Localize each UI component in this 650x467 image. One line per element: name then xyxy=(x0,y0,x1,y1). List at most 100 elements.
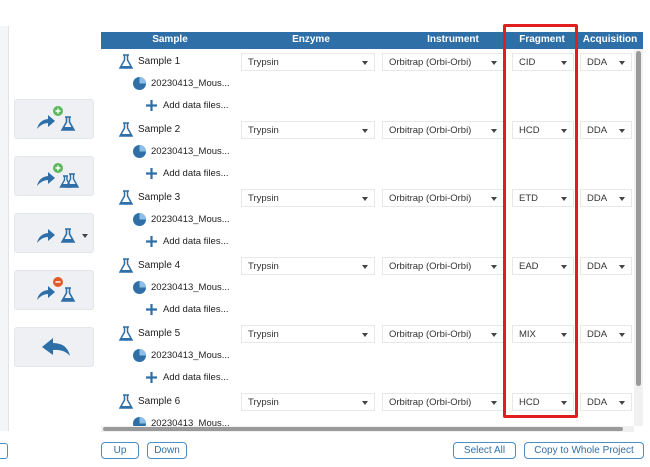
sample-name: Sample 1 xyxy=(138,56,181,67)
plus-icon xyxy=(146,168,157,179)
enzyme-value: Trypsin xyxy=(248,57,279,68)
acquisition-value: DDA xyxy=(587,397,608,408)
column-header-fragment[interactable]: Fragment xyxy=(507,34,577,45)
enzyme-value: Trypsin xyxy=(248,193,279,204)
plus-icon xyxy=(146,100,157,111)
fragment-dropdown[interactable]: CID xyxy=(512,53,574,71)
acquisition-dropdown[interactable]: DDA xyxy=(580,189,632,207)
horizontal-scroll-thumb[interactable] xyxy=(103,427,623,431)
enzyme-value: Trypsin xyxy=(248,261,279,272)
column-header-enzyme[interactable]: Enzyme xyxy=(241,34,381,45)
acquisition-value: DDA xyxy=(587,193,608,204)
add-data-files-row[interactable]: Add data files... xyxy=(101,95,634,117)
data-file-row[interactable]: 20230413_Mous... xyxy=(101,73,634,95)
sample-name: Sample 2 xyxy=(138,124,181,135)
acquisition-dropdown[interactable]: DDA xyxy=(580,257,632,275)
add-data-files-link[interactable]: Add data files... xyxy=(163,236,228,247)
enzyme-dropdown[interactable]: Trypsin xyxy=(241,53,375,71)
acquisition-dropdown[interactable]: DDA xyxy=(580,53,632,71)
instrument-dropdown[interactable]: Orbitrap (Orbi-Orbi) xyxy=(382,325,504,343)
enzyme-dropdown[interactable]: Trypsin xyxy=(241,257,375,275)
sample-row[interactable]: Sample 5 Trypsin Orbitrap (Orbi-Orbi) MI… xyxy=(101,323,634,345)
chevron-down-icon xyxy=(619,333,625,337)
chevron-down-icon xyxy=(491,197,497,201)
sample-actions-dropdown-button[interactable] xyxy=(14,213,94,253)
fragment-value: HCD xyxy=(519,125,540,136)
vertical-scrollbar[interactable] xyxy=(634,49,643,426)
fragment-dropdown[interactable]: ETD xyxy=(512,189,574,207)
acquisition-dropdown[interactable]: DDA xyxy=(580,325,632,343)
data-file-row[interactable]: 20230413_Mous... xyxy=(101,413,634,426)
data-file-row[interactable]: 20230413_Mous... xyxy=(101,277,634,299)
up-button[interactable]: Up xyxy=(101,442,139,459)
instrument-dropdown[interactable]: Orbitrap (Orbi-Orbi) xyxy=(382,393,504,411)
remove-sample-button[interactable] xyxy=(14,270,94,310)
add-data-files-row[interactable]: Add data files... xyxy=(101,231,634,253)
sample-row[interactable]: Sample 4 Trypsin Orbitrap (Orbi-Orbi) EA… xyxy=(101,255,634,277)
column-header-instrument[interactable]: Instrument xyxy=(383,34,523,45)
vertical-scroll-thumb[interactable] xyxy=(636,51,641,386)
data-file-name: 20230413_Mous... xyxy=(151,146,230,157)
acquisition-dropdown[interactable]: DDA xyxy=(580,393,632,411)
back-button[interactable] xyxy=(14,327,94,367)
instrument-dropdown[interactable]: Orbitrap (Orbi-Orbi) xyxy=(382,189,504,207)
sample-row[interactable]: Sample 3 Trypsin Orbitrap (Orbi-Orbi) ET… xyxy=(101,187,634,209)
pie-chart-icon xyxy=(133,281,146,294)
column-header-sample[interactable]: Sample xyxy=(101,34,239,45)
add-data-files-link[interactable]: Add data files... xyxy=(163,304,228,315)
add-data-files-link[interactable]: Add data files... xyxy=(163,372,228,383)
chevron-down-icon xyxy=(362,61,368,65)
data-file-row[interactable]: 20230413_Mous... xyxy=(101,209,634,231)
add-data-files-row[interactable]: Add data files... xyxy=(101,163,634,185)
fragment-dropdown[interactable]: HCD xyxy=(512,121,574,139)
plus-icon xyxy=(146,372,157,383)
instrument-dropdown[interactable]: Orbitrap (Orbi-Orbi) xyxy=(382,53,504,71)
add-multiple-samples-icon xyxy=(37,163,80,188)
sample-name: Sample 4 xyxy=(138,260,181,271)
instrument-dropdown[interactable]: Orbitrap (Orbi-Orbi) xyxy=(382,257,504,275)
enzyme-dropdown[interactable]: Trypsin xyxy=(241,121,375,139)
enzyme-dropdown[interactable]: Trypsin xyxy=(241,393,375,411)
instrument-value: Orbitrap (Orbi-Orbi) xyxy=(389,397,472,408)
data-file-row[interactable]: 20230413_Mous... xyxy=(101,345,634,367)
left-panel xyxy=(0,26,9,431)
enzyme-dropdown[interactable]: Trypsin xyxy=(241,189,375,207)
sample-row[interactable]: Sample 2 Trypsin Orbitrap (Orbi-Orbi) HC… xyxy=(101,119,634,141)
samples-grid: Sample Enzyme Instrument Fragment Acquis… xyxy=(101,32,643,432)
instrument-value: Orbitrap (Orbi-Orbi) xyxy=(389,261,472,272)
copy-to-whole-project-button[interactable]: Copy to Whole Project xyxy=(524,442,644,459)
add-sample-button[interactable] xyxy=(14,99,94,139)
column-header-acquisition[interactable]: Acquisition xyxy=(577,34,643,45)
data-file-row[interactable]: 20230413_Mous... xyxy=(101,141,634,163)
add-data-files-row[interactable]: Add data files... xyxy=(101,299,634,321)
add-data-files-row[interactable]: Add data files... xyxy=(101,367,634,389)
enzyme-dropdown[interactable]: Trypsin xyxy=(241,325,375,343)
instrument-value: Orbitrap (Orbi-Orbi) xyxy=(389,193,472,204)
chevron-down-icon xyxy=(491,265,497,269)
fragment-value: CID xyxy=(519,57,536,68)
chevron-down-icon xyxy=(619,265,625,269)
sample-row[interactable]: Sample 1 Trypsin Orbitrap (Orbi-Orbi) CI… xyxy=(101,51,634,73)
select-all-button[interactable]: Select All xyxy=(453,442,516,459)
left-edge-button[interactable] xyxy=(0,443,8,459)
down-button[interactable]: Down xyxy=(147,442,187,459)
add-multiple-samples-button[interactable] xyxy=(14,156,94,196)
horizontal-scrollbar[interactable] xyxy=(101,426,634,432)
sample-row[interactable]: Sample 6 Trypsin Orbitrap (Orbi-Orbi) HC… xyxy=(101,391,634,413)
undo-arrow-icon xyxy=(42,338,70,356)
chevron-down-icon xyxy=(491,333,497,337)
add-data-files-link[interactable]: Add data files... xyxy=(163,168,228,179)
acquisition-dropdown[interactable]: DDA xyxy=(580,121,632,139)
chevron-down-icon xyxy=(619,129,625,133)
chevron-down-icon xyxy=(491,129,497,133)
pie-chart-icon xyxy=(133,77,146,90)
fragment-dropdown[interactable]: HCD xyxy=(512,393,574,411)
fragment-dropdown[interactable]: EAD xyxy=(512,257,574,275)
remove-sample-icon xyxy=(37,277,76,302)
flask-icon xyxy=(119,258,133,273)
instrument-dropdown[interactable]: Orbitrap (Orbi-Orbi) xyxy=(382,121,504,139)
fragment-dropdown[interactable]: MIX xyxy=(512,325,574,343)
chevron-down-icon xyxy=(491,401,497,405)
add-data-files-link[interactable]: Add data files... xyxy=(163,100,228,111)
enzyme-value: Trypsin xyxy=(248,125,279,136)
